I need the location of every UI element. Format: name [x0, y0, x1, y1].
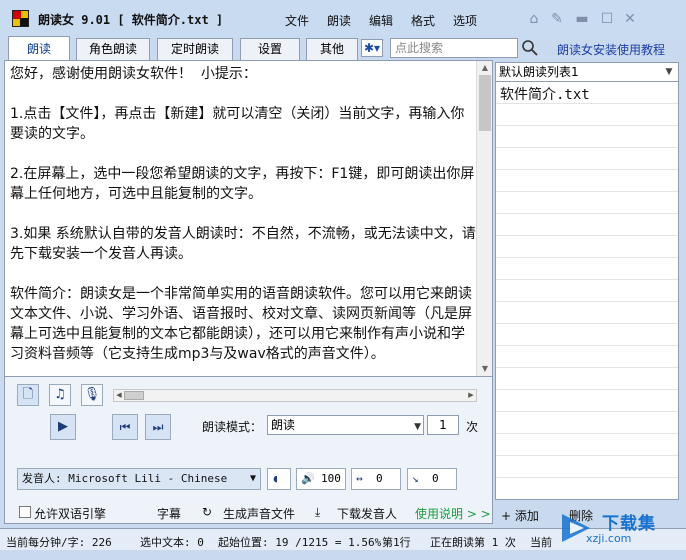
speed-icon: ↔ — [356, 472, 363, 485]
playlist-name: 默认朗读列表1 — [499, 65, 579, 79]
menu-file[interactable]: 文件 — [285, 12, 309, 29]
voice-select[interactable]: 发音人: Microsoft Lili - Chinese ▼ — [17, 468, 261, 490]
pin-icon[interactable]: ✎ — [548, 10, 566, 28]
voice-effect-button[interactable]: ◖ — [267, 468, 291, 490]
status-speed: 当前每分钟/字: 226 — [6, 536, 112, 549]
menu-options[interactable]: 选项 — [453, 12, 477, 29]
list-item[interactable]: 软件简介.txt — [500, 84, 590, 104]
usage-guide-link[interactable]: 使用说明 > > — [415, 505, 491, 522]
add-button[interactable]: + 添加 — [501, 507, 539, 524]
editor-content[interactable]: 您好，感谢使用朗读女软件！ 小提示： 1.点击【文件】，再点击【新建】就可以清空… — [10, 64, 476, 364]
voice-label: 发音人: Microsoft Lili - Chinese — [22, 472, 228, 485]
scroll-up-icon[interactable]: ▲ — [477, 61, 492, 75]
tab-other[interactable]: 其他 — [306, 38, 358, 60]
bilingual-label[interactable]: 允许双语引擎 — [34, 505, 106, 522]
playlist-select[interactable]: 默认朗读列表1 ▼ — [495, 62, 679, 82]
generate-audio-button[interactable]: 生成声音文件 — [223, 505, 295, 522]
document-icon[interactable]: 🗋 — [17, 384, 39, 406]
playback-controls: 🗋 ♫ 🎙 ◀ ▶ ▶ ⏮ ⏭ 朗读模式： 朗读 ▼ 1 次 发音人: Micr… — [4, 377, 493, 524]
chevron-down-icon[interactable]: ▼ — [662, 65, 676, 79]
watermark-logo: 下载集 xzji.com — [556, 506, 680, 550]
volume-value: 100 — [321, 472, 341, 485]
window-title: 朗读女 9.01 [ 软件简介.txt ] — [38, 13, 224, 27]
pitch-value: 0 — [432, 472, 439, 485]
playlist[interactable]: 软件简介.txt — [495, 82, 679, 500]
status-selected: 选中文本: 0 — [140, 536, 204, 549]
search-icon[interactable] — [520, 38, 540, 58]
progress-scrollbar[interactable]: ◀ ▶ — [113, 389, 477, 402]
microphone-icon[interactable]: 🎙 — [81, 384, 103, 406]
text-editor[interactable]: 您好，感谢使用朗读女软件！ 小提示： 1.点击【文件】，再点击【新建】就可以清空… — [4, 60, 493, 377]
repeat-count-input[interactable]: 1 — [427, 415, 459, 435]
read-mode-label: 朗读模式： — [202, 420, 263, 434]
app-logo-icon — [12, 10, 29, 27]
watermark-title: 下载集 — [602, 514, 656, 534]
maximize-icon[interactable]: ☐ — [598, 10, 616, 28]
previous-button[interactable]: ⏮ — [112, 414, 138, 440]
menu-edit[interactable]: 编辑 — [369, 12, 393, 29]
read-mode-select[interactable]: 朗读 ▼ — [267, 415, 424, 435]
generate-audio-icon: ↻ — [202, 505, 213, 519]
minimize-icon[interactable]: ▬ — [573, 10, 591, 28]
progress-thumb[interactable] — [124, 391, 144, 400]
speed-value: 0 — [376, 472, 383, 485]
status-line: 第1行 — [382, 536, 411, 549]
scroll-thumb[interactable] — [479, 75, 491, 131]
status-current: 当前 — [530, 536, 552, 549]
volume-icon: 🔊 — [301, 472, 315, 485]
install-tutorial-link[interactable]: 朗读女安装使用教程 — [557, 41, 665, 58]
watermark-url: xzji.com — [586, 532, 632, 545]
download-voice-button[interactable]: 下载发音人 — [337, 505, 397, 522]
tab-settings[interactable]: 设置 — [240, 38, 300, 60]
status-start: 起始位置: 19 /1215 = 1.56% — [218, 536, 382, 549]
speaker-wave-icon: ◖ — [272, 472, 279, 485]
download-icon: ⤓ — [315, 505, 321, 519]
title-bar: 朗读女 9.01 [ 软件简介.txt ] 文件 朗读 编辑 格式 选项 ⌂ ✎… — [0, 0, 686, 38]
volume-control[interactable]: 🔊 100 — [296, 468, 346, 490]
scroll-left-icon[interactable]: ◀ — [114, 390, 124, 401]
scroll-down-icon[interactable]: ▼ — [477, 362, 492, 376]
status-reading: 正在朗读第 1 次 — [430, 536, 516, 549]
repeat-unit-label: 次 — [466, 420, 479, 434]
subtitle-button[interactable]: 字幕 — [157, 505, 181, 522]
chevron-down-icon[interactable]: ▼ — [414, 418, 421, 436]
play-button[interactable]: ▶ — [50, 414, 76, 440]
music-icon[interactable]: ♫ — [49, 384, 71, 406]
close-icon[interactable]: ✕ — [621, 10, 639, 28]
tab-timer-read[interactable]: 定时朗读 — [157, 38, 233, 60]
menu-read[interactable]: 朗读 — [327, 12, 351, 29]
tab-read[interactable]: 朗读 — [8, 36, 70, 60]
scroll-right-icon[interactable]: ▶ — [466, 390, 476, 401]
bilingual-checkbox[interactable] — [19, 506, 31, 518]
paw-icon[interactable]: ✱▾ — [361, 39, 383, 57]
read-mode-value: 朗读 — [271, 418, 296, 432]
chevron-down-icon[interactable]: ▼ — [250, 469, 256, 489]
next-button[interactable]: ⏭ — [145, 414, 171, 440]
search-input[interactable] — [390, 38, 518, 58]
pitch-control[interactable]: ↘ 0 — [407, 468, 457, 490]
tab-role-read[interactable]: 角色朗读 — [76, 38, 150, 60]
editor-scrollbar[interactable]: ▲ ▼ — [476, 61, 492, 376]
pitch-icon: ↘ — [412, 472, 419, 485]
home-icon[interactable]: ⌂ — [525, 10, 543, 28]
speed-control[interactable]: ↔ 0 — [351, 468, 401, 490]
menu-format[interactable]: 格式 — [411, 12, 435, 29]
